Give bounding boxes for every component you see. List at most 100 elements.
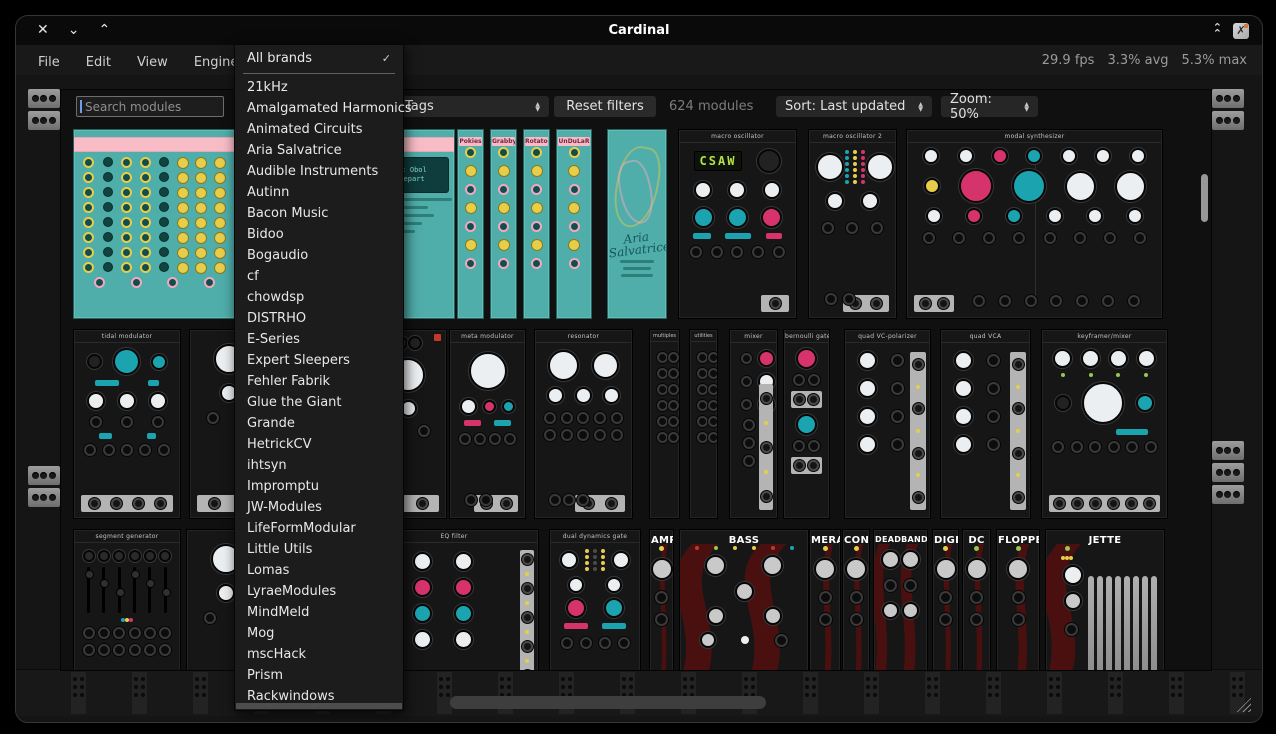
module-deadband[interactable]: DEADBAND xyxy=(873,529,928,671)
menu-item-view[interactable]: View xyxy=(124,55,181,70)
module-dual-dynamics-gate[interactable]: dual dynamics gate xyxy=(549,529,641,671)
module-undular[interactable]: UnDuLaR xyxy=(556,129,592,319)
brand-menu-item-little-utils[interactable]: Little Utils xyxy=(235,539,403,560)
module-meta-modulator[interactable]: meta modulator xyxy=(449,329,526,519)
brand-menu-item-lomas[interactable]: Lomas xyxy=(235,560,403,581)
brand-menu-item-bacon-music[interactable]: Bacon Music xyxy=(235,203,403,224)
brand-menu-item-bogaudio[interactable]: Bogaudio xyxy=(235,245,403,266)
updown-arrows-icon: ▲▼ xyxy=(918,102,923,112)
brand-menu-item-grande[interactable]: Grande xyxy=(235,413,403,434)
module-title: BASS xyxy=(680,530,808,548)
module-segment-generator[interactable]: segment generator xyxy=(73,529,181,671)
app-window: ✕ ⌄ ⌃ Cardinal ⌃⌃ ✗ FileEditViewEngineHe… xyxy=(15,15,1263,723)
module-keyframer-mixer[interactable]: keyframer/mixer xyxy=(1041,329,1168,519)
module-title: utilities xyxy=(690,330,717,342)
module-artwork xyxy=(535,344,632,518)
module-artwork xyxy=(650,544,673,671)
brand-menu-item-audible-instruments[interactable]: Audible Instruments xyxy=(235,161,403,182)
module-bernoulli-gate[interactable]: bernoulli gate xyxy=(783,329,830,519)
check-icon: ✓ xyxy=(382,52,391,65)
module-tidal-modulator[interactable]: tidal modulator xyxy=(73,329,181,519)
module-panel[interactable] xyxy=(73,129,236,319)
brand-menu-item-animated-circuits[interactable]: Animated Circuits xyxy=(235,119,403,140)
module-artwork xyxy=(650,344,679,518)
cpu-avg-value: 3.3% avg xyxy=(1107,53,1168,68)
brand-menu-item-mschack[interactable]: mscHack xyxy=(235,644,403,665)
module-dc[interactable]: DC xyxy=(962,529,991,671)
module-title: macro oscillator 2 xyxy=(809,130,896,143)
module-artwork: AriaSalvatrice xyxy=(608,130,666,318)
brand-menu-item-expert-sleepers[interactable]: Expert Sleepers xyxy=(235,350,403,371)
module-flopper[interactable]: FLOPPER xyxy=(996,529,1040,671)
module-grabby[interactable]: Grabby xyxy=(490,129,517,319)
module-rotatoes[interactable]: Rotatoes xyxy=(523,129,550,319)
module-title: macro oscillator xyxy=(679,130,796,143)
rack-rail xyxy=(1212,89,1244,130)
module-title: DC xyxy=(963,530,990,548)
menu-separator xyxy=(243,73,395,74)
module-quad-vc-polarizer[interactable]: quad VC-polarizer xyxy=(844,329,931,519)
sort-select[interactable]: Sort: Last updated ▲▼ xyxy=(776,96,932,117)
performance-stats: 29.9 fps 3.3% avg 5.3% max xyxy=(1042,53,1247,68)
module-mixer[interactable]: mixer xyxy=(729,329,778,519)
horizontal-scrollbar[interactable] xyxy=(450,696,766,709)
module-artwork xyxy=(557,144,591,318)
brand-menu-item-amalgamated-harmonics[interactable]: Amalgamated Harmonics xyxy=(235,98,403,119)
dropdown-scrollbar[interactable] xyxy=(236,703,402,709)
module-macro-oscillator[interactable]: macro oscillatorCSAW xyxy=(678,129,797,319)
module-artwork xyxy=(941,344,1030,518)
module-conv[interactable]: CONV xyxy=(842,529,870,671)
module-quad-vca[interactable]: quad VCA xyxy=(940,329,1031,519)
brand-menu-item-fehler-fabrik[interactable]: Fehler Fabrik xyxy=(235,371,403,392)
module-artwork xyxy=(74,544,180,671)
module-title: quad VCA xyxy=(941,330,1030,343)
brand-menu-item-hetrickcv[interactable]: HetrickCV xyxy=(235,434,403,455)
module-amp[interactable]: AMP xyxy=(649,529,674,671)
brand-menu-item-glue-the-giant[interactable]: Glue the Giant xyxy=(235,392,403,413)
module-macro-oscillator-2[interactable]: macro oscillator 2 xyxy=(808,129,897,319)
module-digi[interactable]: DIGI xyxy=(932,529,959,671)
brand-menu-item-jw-modules[interactable]: JW-Modules xyxy=(235,497,403,518)
brand-menu-item-cf[interactable]: cf xyxy=(235,266,403,287)
brand-menu-item-chowdsp[interactable]: chowdsp xyxy=(235,287,403,308)
brand-menu-item-aria-salvatrice[interactable]: Aria Salvatrice xyxy=(235,140,403,161)
module-title: FLOPPER xyxy=(997,530,1039,548)
reset-filters-button[interactable]: Reset filters xyxy=(554,96,656,117)
brand-menu-item-lifeformmodular[interactable]: LifeFormModular xyxy=(235,518,403,539)
brand-menu-item-mog[interactable]: Mog xyxy=(235,623,403,644)
module-resonator[interactable]: resonator xyxy=(534,329,633,519)
module-pokies[interactable]: Pokies xyxy=(457,129,484,319)
brand-menu-item-distrho[interactable]: DISTRHO xyxy=(235,308,403,329)
vertical-scrollbar[interactable] xyxy=(1201,174,1208,222)
brand-menu-item-e-series[interactable]: E-Series xyxy=(235,329,403,350)
module-modal-synthesizer[interactable]: modal synthesizer xyxy=(906,129,1163,319)
menu-item-edit[interactable]: Edit xyxy=(73,55,124,70)
brand-menu-item-21khz[interactable]: 21kHz xyxy=(235,77,403,98)
brand-menu-item-ihtsyn[interactable]: ihtsyn xyxy=(235,455,403,476)
brand-menu-item-all-brands[interactable]: All brands ✓ xyxy=(235,45,403,72)
module-artwork xyxy=(458,144,483,318)
zoom-select[interactable]: Zoom: 50% ▲▼ xyxy=(941,96,1038,117)
module-multiples[interactable]: multiples xyxy=(649,329,680,519)
module-title: MERA xyxy=(810,530,840,548)
module-jette[interactable]: JETTE xyxy=(1045,529,1165,671)
module-bass[interactable]: BASS xyxy=(679,529,809,671)
brand-menu-item-autinn[interactable]: Autinn xyxy=(235,182,403,203)
search-input[interactable] xyxy=(82,100,223,114)
module-mera[interactable]: MERA xyxy=(809,529,841,671)
tags-select[interactable]: Tags ▲▼ xyxy=(396,96,549,117)
module-aria-salvatrice[interactable]: AriaSalvatrice xyxy=(607,129,667,319)
brand-menu-item-bidoo[interactable]: Bidoo xyxy=(235,224,403,245)
brand-menu-item-impromptu[interactable]: Impromptu xyxy=(235,476,403,497)
module-title: AMP xyxy=(650,530,673,548)
brand-menu-item-lyraemodules[interactable]: LyraeModules xyxy=(235,581,403,602)
module-artwork xyxy=(680,544,808,671)
brand-menu-item-mindmeld[interactable]: MindMeld xyxy=(235,602,403,623)
cardinal-app-icon[interactable]: ✗ xyxy=(1233,23,1249,39)
module-artwork xyxy=(997,544,1039,671)
module-artwork xyxy=(845,344,930,518)
brand-menu-item-prism[interactable]: Prism xyxy=(235,665,403,686)
collapse-all-icon[interactable]: ⌃⌃ xyxy=(1213,25,1222,37)
module-utilities[interactable]: utilities xyxy=(689,329,718,519)
menu-item-file[interactable]: File xyxy=(25,55,73,70)
